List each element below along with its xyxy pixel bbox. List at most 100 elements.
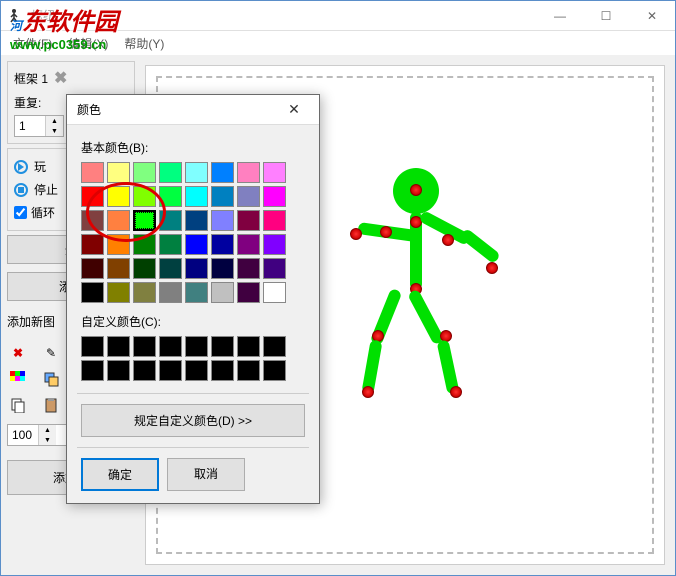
loop-label: 循环: [31, 204, 55, 221]
custom-swatch[interactable]: [81, 360, 104, 381]
color-swatch[interactable]: [133, 210, 156, 231]
custom-colors-grid: [81, 336, 305, 381]
repeat-input[interactable]: [15, 116, 45, 136]
color-swatch[interactable]: [107, 186, 130, 207]
custom-swatch[interactable]: [159, 336, 182, 357]
custom-swatch[interactable]: [107, 336, 130, 357]
minimize-button[interactable]: —: [537, 1, 583, 31]
color-swatch[interactable]: [133, 186, 156, 207]
dialog-close-button[interactable]: ✕: [279, 95, 309, 125]
menu-edit[interactable]: 编辑(X): [62, 33, 114, 54]
color-swatch[interactable]: [237, 234, 260, 255]
color-swatch[interactable]: [211, 258, 234, 279]
scale-input[interactable]: [8, 425, 38, 445]
color-swatch[interactable]: [185, 162, 208, 183]
custom-swatch[interactable]: [81, 336, 104, 357]
repeat-spinner[interactable]: ▲▼: [14, 115, 64, 137]
color-swatch[interactable]: [237, 186, 260, 207]
loop-checkbox[interactable]: [14, 206, 27, 219]
color-swatch[interactable]: [133, 234, 156, 255]
app-icon: [9, 8, 25, 24]
copy-tool-icon[interactable]: [7, 394, 29, 416]
custom-swatch[interactable]: [237, 360, 260, 381]
color-swatch[interactable]: [263, 282, 286, 303]
color-swatch[interactable]: [159, 258, 182, 279]
menubar: 文件(F) 编辑(X) 帮助(Y): [1, 31, 675, 55]
color-swatch[interactable]: [263, 162, 286, 183]
custom-swatch[interactable]: [185, 360, 208, 381]
paste-tool-icon[interactable]: [40, 394, 62, 416]
color-swatch[interactable]: [185, 234, 208, 255]
delete-tool-icon[interactable]: ✖: [7, 342, 29, 364]
ok-button[interactable]: 确定: [81, 458, 159, 491]
custom-colors-label: 自定义颜色(C):: [81, 313, 305, 330]
color-swatch[interactable]: [107, 210, 130, 231]
custom-swatch[interactable]: [133, 360, 156, 381]
color-swatch[interactable]: [263, 210, 286, 231]
custom-swatch[interactable]: [185, 336, 208, 357]
color-swatch[interactable]: [237, 282, 260, 303]
color-swatch[interactable]: [263, 234, 286, 255]
color-swatch[interactable]: [81, 234, 104, 255]
color-swatch[interactable]: [211, 162, 234, 183]
close-button[interactable]: ✕: [629, 1, 675, 31]
dialog-titlebar: 颜色 ✕: [67, 95, 319, 125]
color-swatch[interactable]: [133, 258, 156, 279]
custom-swatch[interactable]: [107, 360, 130, 381]
delete-frame-icon[interactable]: ✖: [54, 68, 67, 88]
edit-tool-icon[interactable]: ✎: [40, 342, 62, 364]
custom-swatch[interactable]: [263, 336, 286, 357]
spin-up-icon[interactable]: ▲: [46, 116, 63, 126]
color-swatch[interactable]: [211, 210, 234, 231]
color-swatch[interactable]: [185, 186, 208, 207]
color-swatch[interactable]: [107, 162, 130, 183]
custom-swatch[interactable]: [211, 360, 234, 381]
color-swatch[interactable]: [107, 258, 130, 279]
color-swatch[interactable]: [263, 258, 286, 279]
color-swatch[interactable]: [237, 210, 260, 231]
color-swatch[interactable]: [107, 282, 130, 303]
cancel-button[interactable]: 取消: [167, 458, 245, 491]
color-swatch[interactable]: [185, 210, 208, 231]
color-swatch[interactable]: [185, 258, 208, 279]
dialog-title: 颜色: [77, 101, 279, 118]
color-swatch[interactable]: [237, 258, 260, 279]
color-swatch[interactable]: [211, 186, 234, 207]
menu-file[interactable]: 文件(F): [7, 33, 58, 54]
color-swatch[interactable]: [107, 234, 130, 255]
color-dialog: 颜色 ✕ 基本颜色(B): 自定义颜色(C): 规定自定义颜色(D) >> 确定…: [66, 94, 320, 504]
custom-swatch[interactable]: [263, 360, 286, 381]
scale-up-icon[interactable]: ▲: [39, 425, 56, 435]
color-swatch[interactable]: [81, 162, 104, 183]
frame-label: 框架 1: [14, 70, 48, 87]
color-swatch[interactable]: [81, 210, 104, 231]
color-swatch[interactable]: [159, 282, 182, 303]
color-tool-icon[interactable]: [7, 368, 29, 390]
color-swatch[interactable]: [263, 186, 286, 207]
custom-swatch[interactable]: [159, 360, 182, 381]
play-icon: [14, 160, 28, 174]
maximize-button[interactable]: ☐: [583, 1, 629, 31]
scale-down-icon[interactable]: ▼: [39, 435, 56, 445]
color-swatch[interactable]: [133, 162, 156, 183]
color-swatch[interactable]: [133, 282, 156, 303]
color-swatch[interactable]: [185, 282, 208, 303]
color-swatch[interactable]: [159, 186, 182, 207]
define-custom-button[interactable]: 规定自定义颜色(D) >>: [81, 404, 305, 437]
spin-down-icon[interactable]: ▼: [46, 126, 63, 136]
color-swatch[interactable]: [159, 210, 182, 231]
color-swatch[interactable]: [159, 162, 182, 183]
custom-swatch[interactable]: [133, 336, 156, 357]
color-swatch[interactable]: [81, 186, 104, 207]
color-swatch[interactable]: [159, 234, 182, 255]
color-swatch[interactable]: [237, 162, 260, 183]
custom-swatch[interactable]: [211, 336, 234, 357]
custom-swatch[interactable]: [237, 336, 260, 357]
color-swatch[interactable]: [211, 282, 234, 303]
color-swatch[interactable]: [211, 234, 234, 255]
color-swatch[interactable]: [81, 282, 104, 303]
menu-help[interactable]: 帮助(Y): [118, 33, 170, 54]
color-swatch[interactable]: [81, 258, 104, 279]
basic-colors-label: 基本颜色(B):: [81, 139, 305, 156]
front-tool-icon[interactable]: [40, 368, 62, 390]
